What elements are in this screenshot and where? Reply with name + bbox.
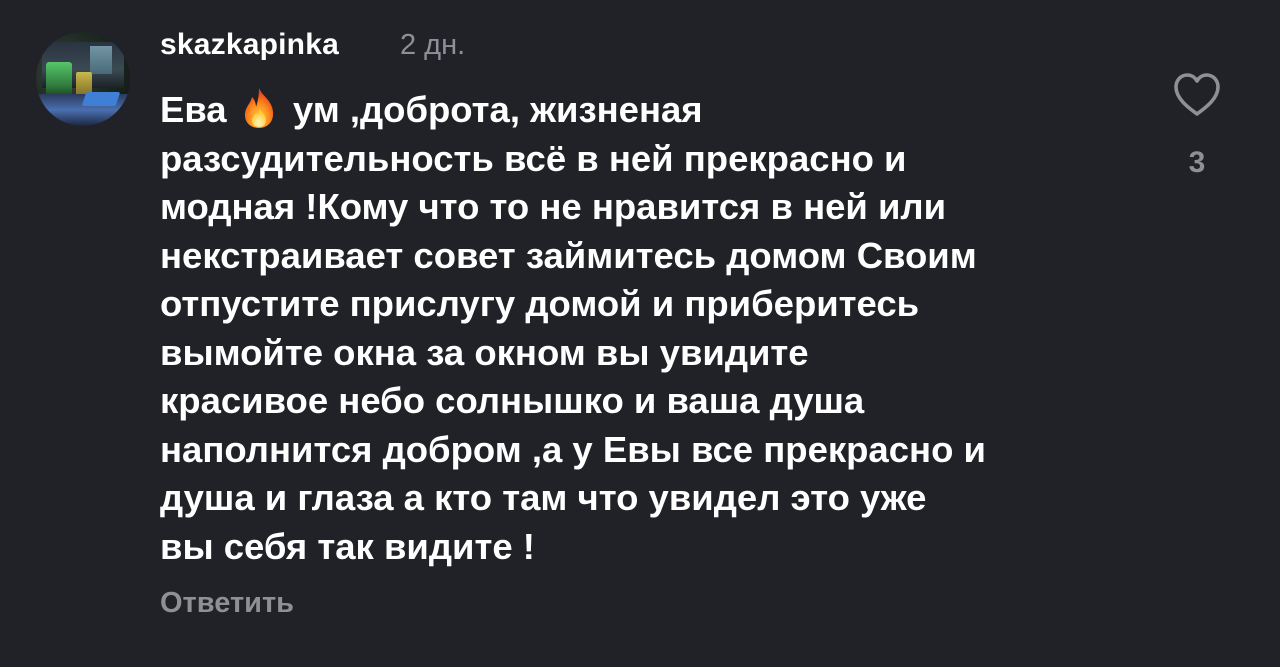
avatar-photo-table: [81, 92, 121, 106]
comment-line: красивое небо солнышко и ваша душа: [160, 380, 865, 421]
comment-line: модная !Кому что то не нравится в ней ил…: [160, 186, 947, 227]
username[interactable]: skazkapinka: [160, 28, 339, 62]
heart-outline-icon[interactable]: [1172, 72, 1222, 118]
comment-line: отпустите прислугу домой и приберитесь: [160, 283, 920, 324]
avatar[interactable]: [36, 32, 130, 126]
reply-button[interactable]: Ответить: [160, 587, 294, 620]
comment-line: душа и глаза а кто там что увидел это уж…: [160, 477, 927, 518]
comment-line: наполнится добром ,а у Евы все прекрасно…: [160, 428, 986, 470]
comment-line: вы себя так видите !: [160, 525, 535, 567]
comment-text-segment: ум ,доброта, жизненая: [282, 89, 703, 130]
comment-item: skazkapinka 2 дн. Ева ум ,доброта, жизне…: [0, 0, 1280, 667]
comment-text-segment: Ева: [160, 89, 237, 130]
avatar-photo-window: [90, 46, 112, 74]
like-count: 3: [1188, 146, 1206, 179]
comment-line: вымойте окна за окном вы увидите: [160, 331, 809, 373]
comment-line: Ева ум ,доброта, жизненая: [160, 86, 1140, 135]
fire-icon: [244, 88, 273, 128]
comment-line: разсудительность всё в ней прекрасно и: [160, 137, 907, 179]
timestamp: 2 дн.: [400, 29, 466, 61]
comment-line: некстраивает совет займитесь домом Своим: [160, 234, 977, 276]
comment-text: Ева ум ,доброта, жизненая разсудительнос…: [160, 86, 1140, 571]
